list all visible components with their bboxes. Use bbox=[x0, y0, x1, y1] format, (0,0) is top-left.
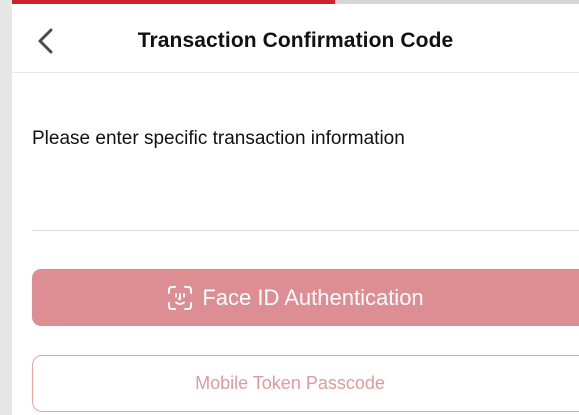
screen-edge bbox=[0, 0, 12, 415]
face-id-icon bbox=[168, 285, 193, 310]
page-title: Transaction Confirmation Code bbox=[137, 29, 454, 52]
face-id-button-content: Face ID Authentication bbox=[166, 284, 424, 312]
instruction-text: Please enter specific transaction inform… bbox=[32, 128, 405, 149]
mobile-token-passcode-button[interactable]: Mobile Token Passcode bbox=[32, 355, 579, 412]
face-id-authentication-button[interactable]: Face ID Authentication bbox=[32, 269, 579, 326]
input-divider bbox=[32, 230, 579, 231]
mobile-token-button-label: Mobile Token Passcode bbox=[195, 373, 385, 393]
face-id-button-label: Face ID Authentication bbox=[202, 284, 424, 310]
navigation-header: Transaction Confirmation Code bbox=[12, 4, 579, 73]
